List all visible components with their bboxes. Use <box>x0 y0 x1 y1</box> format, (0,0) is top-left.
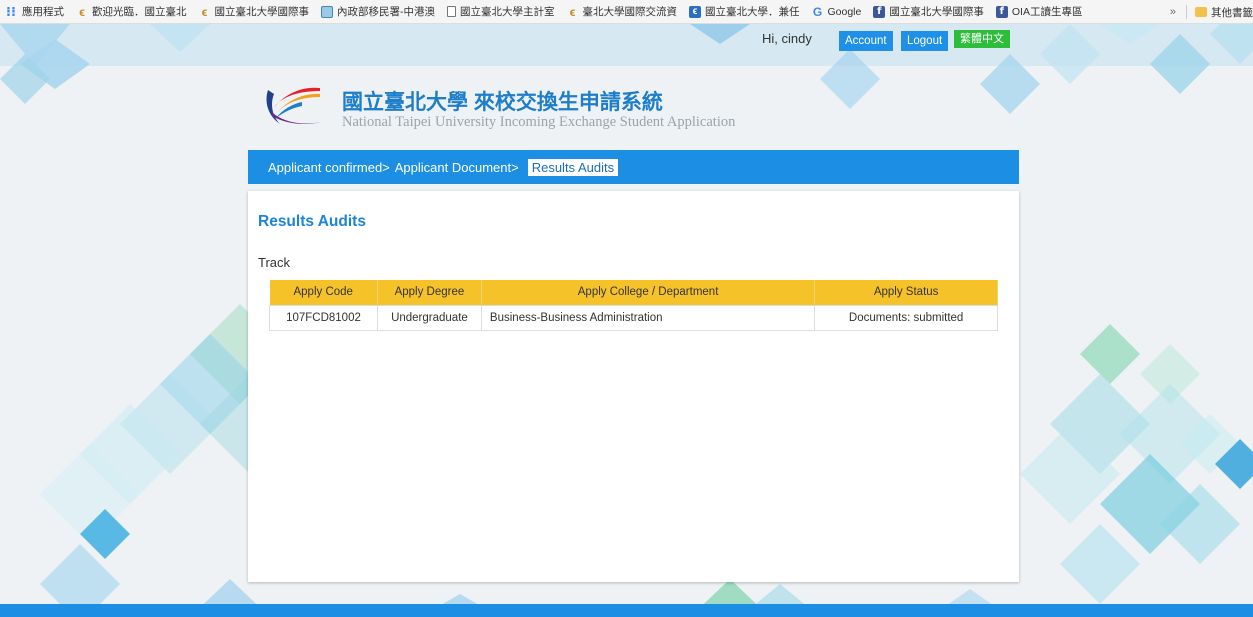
bookmark-label: OIA工讀生專區 <box>1011 6 1083 18</box>
apply-status-cell: Documents: submitted <box>814 304 998 331</box>
folder-icon <box>1195 7 1207 17</box>
bookmark-item[interactable]: f 國立臺北大學國際事 <box>873 4 984 19</box>
results-table: Apply Code Apply Degree Apply College / … <box>269 280 998 331</box>
bookmark-apps[interactable]: ⁝⁝ 應用程式 <box>4 4 64 19</box>
user-nav: Hi, cindy Account Logout 繁體中文 <box>0 30 1253 52</box>
document-icon <box>447 6 456 17</box>
apps-grid-icon: ⁝⁝ <box>6 3 16 19</box>
facebook-icon: f <box>873 5 886 18</box>
column-header-apply-status: Apply Status <box>814 280 998 305</box>
bookmark-item[interactable]: ϵ 國立臺北大學國際事 <box>199 4 310 19</box>
other-bookmarks-folder[interactable]: 其他書籤 <box>1211 5 1253 20</box>
footer-bar <box>0 604 1253 617</box>
section-title: Results Audits <box>258 213 366 230</box>
bookmark-item[interactable]: 國立臺北大學主計室 <box>447 4 555 19</box>
ntpu-logo-icon: ϵ <box>569 4 576 19</box>
bookmarks-overflow: » 其他書籤 <box>1163 0 1253 23</box>
bookmark-label: 應用程式 <box>22 6 64 18</box>
ntpu-logo-icon: ϵ <box>79 4 85 19</box>
bookmark-item[interactable]: 內政部移民署-中港澳 <box>321 4 435 19</box>
bookmark-item[interactable]: f OIA工讀生專區 <box>995 4 1083 19</box>
bookmark-label: 內政部移民署-中港澳 <box>337 6 435 18</box>
breadcrumb-applicant-confirmed[interactable]: Applicant confirmed> <box>268 160 390 175</box>
ntpu-blue-icon: ϵ <box>689 5 701 18</box>
bookmarks-more-button[interactable]: » <box>1170 6 1176 18</box>
bookmark-label: Google <box>827 5 862 18</box>
results-panel: Results Audits Track Apply Code Apply De… <box>248 191 1019 582</box>
column-header-apply-code: Apply Code <box>269 280 378 305</box>
bookmark-label: 臺北大學國際交流資 <box>582 6 678 18</box>
apply-code-cell: 107FCD81002 <box>269 304 378 331</box>
bookmark-google[interactable]: G Google <box>812 6 862 18</box>
track-label: Track <box>258 255 291 270</box>
breadcrumb-applicant-document[interactable]: Applicant Document> <box>395 160 519 175</box>
account-button[interactable]: Account <box>839 31 893 51</box>
bookmark-item[interactable]: ϵ 臺北大學國際交流資 <box>567 4 678 19</box>
page-title-english: National Taipei University Incoming Exch… <box>342 114 736 130</box>
ntpu-logo-icon: ϵ <box>201 4 208 19</box>
university-logo <box>266 87 322 124</box>
bookmark-label: 國立臺北大學．兼任 <box>705 6 800 18</box>
breadcrumb: Applicant confirmed> Applicant Document>… <box>248 150 1019 184</box>
logout-button[interactable]: Logout <box>901 31 949 51</box>
image-icon <box>321 5 333 18</box>
language-switch-button[interactable]: 繁體中文 <box>954 30 1010 48</box>
bookmark-item[interactable]: ϵ 國立臺北大學．兼任 <box>689 4 800 19</box>
column-header-apply-department: Apply College / Department <box>481 280 816 305</box>
divider <box>1186 5 1187 19</box>
user-greeting: Hi, cindy <box>762 31 812 46</box>
bookmark-label: 國立臺北大學主計室 <box>460 6 555 18</box>
bookmark-label: 國立臺北大學國際事 <box>889 6 984 18</box>
apply-department-cell: Business-Business Administration <box>480 304 816 331</box>
breadcrumb-results-audits[interactable]: Results Audits <box>527 158 619 176</box>
apply-degree-cell: Undergraduate <box>376 304 482 331</box>
column-header-apply-degree: Apply Degree <box>377 280 482 305</box>
bookmark-item[interactable]: ϵ 歡迎光臨．國立臺北 <box>76 4 187 19</box>
bookmarks-bar: ⁝⁝ 應用程式 ϵ 歡迎光臨．國立臺北 ϵ 國立臺北大學國際事 內政部移民署-中… <box>0 0 1253 24</box>
table-row: 107FCD81002 Undergraduate Business-Busin… <box>269 304 998 331</box>
table-header-row: Apply Code Apply Degree Apply College / … <box>269 280 998 305</box>
facebook-icon: f <box>995 5 1008 18</box>
google-icon: G <box>812 4 823 19</box>
bookmark-label: 歡迎光臨．國立臺北 <box>92 6 187 18</box>
page-title-chinese: 國立臺北大學 來校交換生申請系統 <box>342 91 663 114</box>
bookmark-label: 國立臺北大學國際事 <box>214 6 310 18</box>
